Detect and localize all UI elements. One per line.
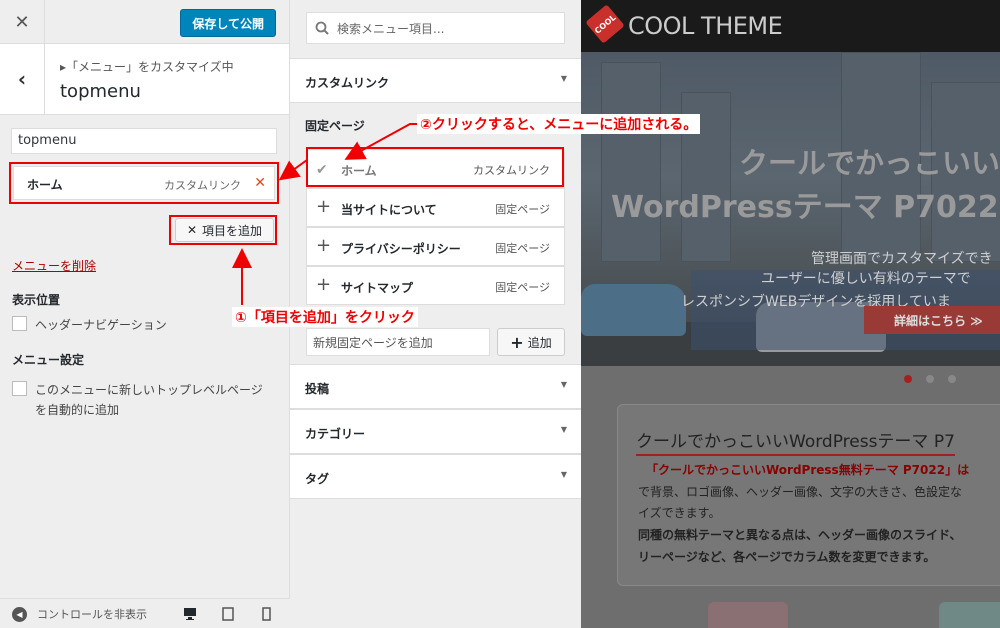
preview-block bbox=[708, 602, 788, 628]
caret-down-icon: ▼ bbox=[560, 425, 567, 434]
new-page-add-button[interactable]: + 追加 bbox=[497, 328, 565, 356]
slider-dot[interactable] bbox=[948, 375, 956, 383]
highlight-menu-item bbox=[9, 162, 279, 204]
section-title: topmenu bbox=[60, 81, 141, 102]
menu-name-input[interactable]: topmenu bbox=[11, 128, 277, 154]
categories-section[interactable]: カテゴリー ▼ bbox=[290, 409, 581, 454]
plus-icon: + bbox=[316, 235, 332, 256]
slider-dot[interactable] bbox=[904, 375, 912, 383]
customizer-header: ✕ 保存して公開 bbox=[0, 0, 289, 44]
building-shape bbox=[601, 62, 661, 262]
menu-settings-label: メニュー設定 bbox=[12, 353, 85, 367]
caret-down-icon: ▼ bbox=[560, 470, 567, 479]
page-item-privacy[interactable]: + プライバシーポリシー 固定ページ bbox=[306, 227, 565, 266]
hero-slider: クールでかっこいい WordPressテーマ P7022 管理画面でカスタマイズ… bbox=[581, 52, 1000, 366]
site-logo-text: COOL THEME bbox=[628, 12, 783, 40]
site-preview: COOL COOL THEME クールでかっこいい WordPressテーマ P… bbox=[581, 0, 1000, 628]
collapse-controls-button[interactable]: ◀ コントロールを非表示 bbox=[12, 606, 147, 622]
customizer-footer: ◀ コントロールを非表示 bbox=[0, 598, 290, 628]
intro-text: リーページなど、各ページでカラム数を変更できます。 bbox=[638, 550, 936, 564]
desktop-icon[interactable] bbox=[183, 607, 197, 624]
search-input[interactable]: 検索メニュー項目... bbox=[306, 12, 565, 44]
intro-text: イズできます。 bbox=[638, 506, 721, 520]
collapse-icon: ◀ bbox=[12, 606, 27, 622]
hero-subtitle: 管理画面でカスタマイズでき bbox=[811, 251, 993, 267]
header-nav-option[interactable]: ヘッダーナビゲーション bbox=[12, 315, 167, 335]
slider-dot[interactable] bbox=[926, 375, 934, 383]
hero-cta-button[interactable]: 詳細はこちら ≫ bbox=[864, 306, 1000, 334]
breadcrumb: ▸「メニュー」をカスタマイズ中 bbox=[60, 60, 234, 74]
intro-text: で背景、ロゴ画像、ヘッダー画像、文字の大きさ、色設定な bbox=[638, 485, 963, 499]
slider-dots bbox=[904, 375, 956, 383]
tablet-icon[interactable] bbox=[222, 607, 234, 624]
hero-subtitle: ユーザーに優しい有料のテーマで bbox=[761, 271, 971, 287]
intro-title: クールでかっこいいWordPressテーマ P7 bbox=[636, 427, 955, 456]
highlight-home-page bbox=[306, 147, 564, 187]
intro-text: 同種の無料テーマと異なる点は、ヘッダー画像のスライド、 bbox=[638, 528, 962, 542]
hero-heading-1: クールでかっこいい bbox=[738, 146, 1000, 180]
auto-add-option[interactable]: このメニューに新しいトップレベルページ を自動的に追加 bbox=[12, 380, 263, 420]
preview-block bbox=[939, 602, 1000, 628]
plus-icon: + bbox=[316, 274, 332, 295]
step1-annotation: ①「項目を追加」をクリック bbox=[232, 307, 418, 327]
mobile-icon[interactable] bbox=[262, 607, 271, 624]
page-item-about[interactable]: + 当サイトについて 固定ページ bbox=[306, 188, 565, 227]
highlight-add-button bbox=[169, 215, 277, 245]
step2-annotation: ②クリックすると、メニューに追加される。 bbox=[417, 114, 701, 134]
header-nav-checkbox[interactable] bbox=[12, 316, 27, 331]
caret-down-icon: ▼ bbox=[560, 74, 567, 83]
new-page-input[interactable]: 新規固定ページを追加 bbox=[306, 328, 490, 356]
plus-icon: + bbox=[316, 196, 332, 217]
pages-section-title: 固定ページ bbox=[305, 119, 365, 133]
posts-section[interactable]: 投稿 ▼ bbox=[290, 364, 581, 409]
hero-heading-2: WordPressテーマ P7022 bbox=[611, 190, 999, 225]
close-icon[interactable]: ✕ bbox=[0, 0, 45, 44]
site-header: COOL COOL THEME bbox=[581, 0, 1000, 52]
page-item-sitemap[interactable]: + サイトマップ 固定ページ bbox=[306, 266, 565, 305]
intro-card: クールでかっこいいWordPressテーマ P7 「クールでかっこいいWordP… bbox=[617, 404, 1000, 586]
delete-menu-link[interactable]: メニューを削除 bbox=[12, 257, 96, 274]
save-publish-button[interactable]: 保存して公開 bbox=[180, 9, 276, 37]
auto-add-checkbox[interactable] bbox=[12, 381, 27, 396]
logo-badge: COOL bbox=[585, 4, 625, 44]
car-shape bbox=[581, 284, 686, 336]
plus-icon: + bbox=[510, 332, 524, 352]
custom-link-section[interactable]: カスタムリンク ▼ bbox=[290, 58, 581, 103]
tags-section[interactable]: タグ ▼ bbox=[290, 454, 581, 499]
search-icon bbox=[315, 21, 329, 35]
caret-down-icon: ▼ bbox=[560, 380, 567, 389]
intro-text: 「クールでかっこいいWordPress無料テーマ P7022」は bbox=[646, 463, 970, 477]
chevron-left-icon[interactable]: ‹ bbox=[0, 44, 45, 114]
position-label: 表示位置 bbox=[12, 293, 61, 307]
section-header: ‹ ▸「メニュー」をカスタマイズ中 topmenu bbox=[0, 44, 289, 115]
